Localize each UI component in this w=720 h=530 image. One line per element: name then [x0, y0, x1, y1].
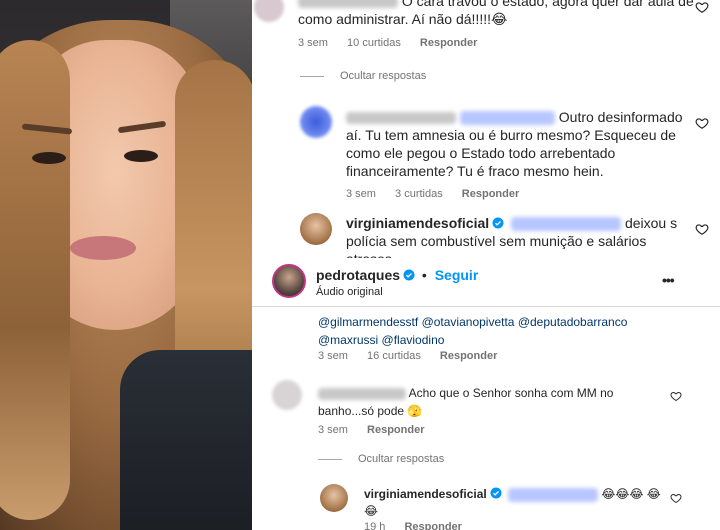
reply-button[interactable]: Responder	[420, 37, 477, 49]
reply-button[interactable]: Responder	[367, 424, 424, 436]
comment-6-meta: 19 h Responder	[364, 521, 478, 530]
comment-2-text: Outro desinformado aí. Tu tem amnesia ou…	[346, 109, 683, 179]
separator-dot: •	[421, 267, 427, 283]
avatar[interactable]	[300, 106, 332, 138]
heart-outline-icon[interactable]	[695, 0, 709, 14]
hide-replies-button[interactable]: Ocultar respostas	[300, 70, 426, 82]
comment-time: 3 sem	[298, 37, 328, 49]
left-eye	[32, 152, 66, 164]
avatar[interactable]	[272, 264, 306, 298]
lips	[70, 236, 136, 260]
avatar[interactable]	[254, 0, 284, 22]
comment-1-meta: 3 sem 10 curtidas Responder	[298, 37, 493, 49]
comment-2-meta: 3 sem 3 curtidas Responder	[346, 188, 535, 200]
username-link[interactable]: virginiamendesoficial	[364, 487, 487, 501]
comment-6-text: virginiamendesoficial 😂😂😂 😂😂	[364, 487, 661, 518]
comment-5-meta: 3 sem Responder	[318, 424, 441, 436]
heart-outline-icon[interactable]	[670, 390, 682, 402]
comment-likes[interactable]: 3 curtidas	[395, 188, 443, 200]
post-author-line: pedrotaques • Seguir	[316, 267, 478, 283]
comment-time: 3 sem	[318, 424, 348, 436]
follow-button[interactable]: Seguir	[435, 267, 479, 283]
reply-button[interactable]: Responder	[462, 188, 519, 200]
mention-link[interactable]: @gilmarmendesstf	[318, 315, 418, 329]
jacket	[120, 350, 252, 530]
right-eye	[124, 150, 158, 162]
comment-5-text: Acho que o Senhor sonha com MM no banho.…	[318, 386, 614, 418]
mentions-comment: @gilmarmendesstf @otavianopivetta @deput…	[318, 313, 658, 349]
verified-badge-icon	[492, 217, 504, 229]
comment-time: 19 h	[364, 521, 386, 530]
reply-button[interactable]: Responder	[404, 521, 461, 530]
hair-left	[0, 40, 70, 520]
divider	[252, 306, 720, 307]
mention-link[interactable]: @flaviodino	[382, 333, 445, 347]
post-header: pedrotaques • Seguir Áudio original •••	[252, 258, 712, 306]
more-options-icon[interactable]: •••	[662, 272, 675, 288]
comment-likes[interactable]: 10 curtidas	[347, 37, 401, 49]
comment-4-meta: 3 sem 16 curtidas Responder	[318, 350, 513, 362]
avatar[interactable]	[272, 380, 302, 410]
comment-1-text: O cara travou o estado, agora quer dar a…	[298, 0, 698, 28]
divider-line	[318, 458, 342, 460]
mention-link[interactable]: @otavianopivetta	[422, 315, 515, 329]
avatar[interactable]	[320, 484, 348, 512]
post-photo[interactable]	[0, 0, 252, 530]
comment-likes[interactable]: 16 curtidas	[367, 350, 421, 362]
verified-badge-icon	[490, 487, 502, 499]
heart-outline-icon[interactable]	[670, 492, 682, 504]
username-link[interactable]: virginiamendesoficial	[346, 215, 489, 231]
comment-time: 3 sem	[318, 350, 348, 362]
comment-time: 3 sem	[346, 188, 376, 200]
mention-link[interactable]: @deputadobarranco	[518, 315, 628, 329]
mention-link[interactable]: @maxrussi	[318, 333, 378, 347]
avatar[interactable]	[300, 213, 332, 245]
heart-outline-icon[interactable]	[695, 116, 709, 130]
username-link[interactable]: pedrotaques	[316, 267, 400, 283]
reply-button[interactable]: Responder	[440, 350, 497, 362]
heart-outline-icon[interactable]	[695, 222, 709, 236]
verified-badge-icon	[403, 269, 415, 281]
audio-label[interactable]: Áudio original	[316, 286, 383, 298]
hide-replies-button[interactable]: Ocultar respostas	[318, 453, 444, 465]
divider-line	[300, 75, 324, 77]
